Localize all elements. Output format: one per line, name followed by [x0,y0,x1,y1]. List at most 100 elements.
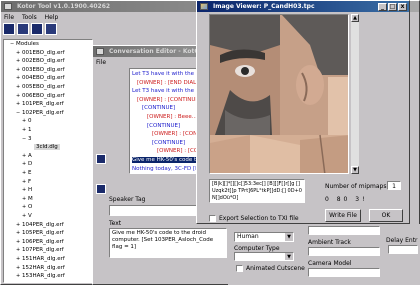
dialog-node-text: [CONTINUE] [152,139,186,146]
write-file-label: Write File [329,212,357,219]
tree-item[interactable]: + V [22,213,32,220]
tree-item-label: 005EBO_dlg.erf [22,84,65,90]
tree-item-label: 106PER_dlg.erf [22,238,64,245]
minimize-button[interactable]: _ [378,3,387,11]
tree-item[interactable]: + O [22,204,32,211]
tree-item[interactable]: + D [22,161,32,168]
tree-item[interactable]: +1 [22,127,32,134]
tree-item-label: E [28,170,32,176]
tree-item[interactable]: + F [22,179,31,186]
erf-icon[interactable] [17,23,29,35]
tree-item[interactable]: + E [22,170,31,177]
tree-item[interactable]: +002EBO_dlg.erf [16,58,65,65]
tree-item[interactable]: −3 [22,136,32,143]
write-file-button[interactable]: Write File [325,209,361,222]
dimensions-value: 0 80 3! [325,196,368,203]
tree-item[interactable]: + M [22,196,33,203]
dialog-node-text: [CONTINUE] [142,105,176,112]
tree-item[interactable]: + H [22,187,32,194]
tree-item-label: 3cld.dlg [34,144,60,151]
tree-item[interactable]: +001EBO_dlg.erf [16,50,65,57]
text-input[interactable]: Give me HK-50's code to the droid comput… [109,228,227,258]
tree-item-label: 004EBO_dlg.erf [22,75,65,82]
ambient-track-input[interactable] [308,247,380,256]
texture-svg [210,15,348,173]
expand-node-icon[interactable] [96,184,106,194]
tree-item[interactable]: 3cld.dlg [28,144,60,151]
tree-item[interactable]: −102PER_dlg.erf [16,110,64,117]
conv-menu-file[interactable]: File [93,58,109,67]
maximize-button[interactable]: □ [388,3,397,11]
tree-item-label: H [28,187,33,194]
tlk-icon[interactable] [31,23,43,35]
tree-item-label: 107PER_dlg.erf [22,247,64,254]
top-input[interactable] [308,226,380,235]
viewer-title: Image Viewer: P_CandH03.tpc [213,3,315,10]
tree-item-label: 153HAR_dlg.erf [22,273,65,280]
computer-type-label: Computer Type [234,245,280,252]
tree-item[interactable]: +005EBO_dlg.erf [16,84,65,91]
tree-item-label: 151HAR_dlg.erf [22,256,65,262]
mipmaps-label: Number of mipmaps: [325,183,389,190]
image-icon [200,3,208,10]
tree-item-label: 001EBO_dlg.erf [22,49,65,56]
scroll-up-arrow[interactable]: ▲ [351,14,359,22]
export-txi-checkbox[interactable] [209,215,216,222]
texture-info-text: [B|k][]*[][]c[]53:3ec[] [B][]F[]r[]g [] … [209,179,305,203]
tree-item[interactable]: +104PER_dlg.erf [16,222,64,229]
tree-item[interactable]: +006EBO_dlg.erf [16,93,65,100]
tree-item-label: 006EBO_dlg.erf [22,92,65,99]
tree-item-label: 152HAR_dlg.erf [22,264,65,271]
tree-item[interactable]: +004EBO_dlg.erf [16,75,65,82]
conv-app-icon [96,48,104,55]
tree-item-label: M [28,195,33,202]
properties-panel: Human ▼ Computer Type ▼ Animated Cutscen… [228,224,420,285]
tree-item[interactable]: − Modules [10,41,39,48]
tree-item-label: A [28,152,32,159]
tree-item[interactable]: + A [22,153,32,160]
main-icon[interactable] [3,23,15,35]
collapse-node-icon[interactable] [96,154,106,164]
tree-item[interactable]: +152HAR_dlg.erf [16,265,65,272]
tree-item-label: 003EBO_dlg.erf [22,66,65,73]
2da-icon[interactable] [45,23,57,35]
menu-tools[interactable]: Tools [19,13,40,22]
tree-item[interactable]: +0 [22,118,32,125]
tree-item[interactable]: +101PER_dlg.erf [16,101,64,108]
tree-item[interactable]: +107PER_dlg.erf [16,247,64,254]
delay-entry-input[interactable] [388,245,418,254]
tree-item[interactable]: +151HAR_dlg.erf [16,256,65,263]
tree-item[interactable]: +105PER_dlg.erf [16,230,64,237]
resource-tree[interactable]: − Modules +001EBO_dlg.erf +002EBO_dlg.erf +0… [3,39,93,283]
race-select[interactable]: Human ▼ [234,232,294,242]
race-dropdown-icon: ▼ [285,233,293,241]
tree-item-label: 002EBO_dlg.erf [22,58,65,65]
ok-label: OK [381,212,391,219]
menu-file[interactable]: File [1,13,17,22]
tree-item[interactable]: +153HAR_dlg.erf [16,273,65,280]
text-label: Text [109,220,122,227]
delay-entry-label: Delay Entr [386,237,418,244]
tree-item-label: 3 [28,135,32,142]
tree-item-label: D [28,161,33,168]
animated-cutscene-checkbox[interactable] [236,265,243,272]
ok-button[interactable]: OK [369,209,403,222]
tree-item[interactable]: +003EBO_dlg.erf [16,67,65,74]
close-button[interactable]: x [398,3,407,11]
app-icon [4,3,12,10]
viewer-titlebar[interactable]: Image Viewer: P_CandH03.tpc _ □ x [197,1,409,12]
animated-cutscene-label: Animated Cutscene [246,265,305,272]
text-value: Give me HK-50's code to the droid comput… [112,230,214,250]
tree-item-label: O [28,204,33,211]
viewer-scrollbar[interactable]: ▲ ▼ [351,14,359,174]
tree-item-label: 104PER_dlg.erf [22,221,64,228]
dialog-node-text: [OWNER] : Beee... [147,114,197,120]
scroll-down-arrow[interactable]: ▼ [351,166,359,174]
computer-type-select[interactable]: ▼ [234,252,294,261]
menu-help[interactable]: Help [42,13,62,22]
camera-model-label: Camera Model [308,260,352,267]
tree-item[interactable]: +106PER_dlg.erf [16,239,64,246]
conv-title: Conversation Editor - KotOR [109,48,205,55]
camera-model-input[interactable] [308,268,380,277]
dialog-node-text: [OWNER] : [CONTINUE] [137,96,201,103]
